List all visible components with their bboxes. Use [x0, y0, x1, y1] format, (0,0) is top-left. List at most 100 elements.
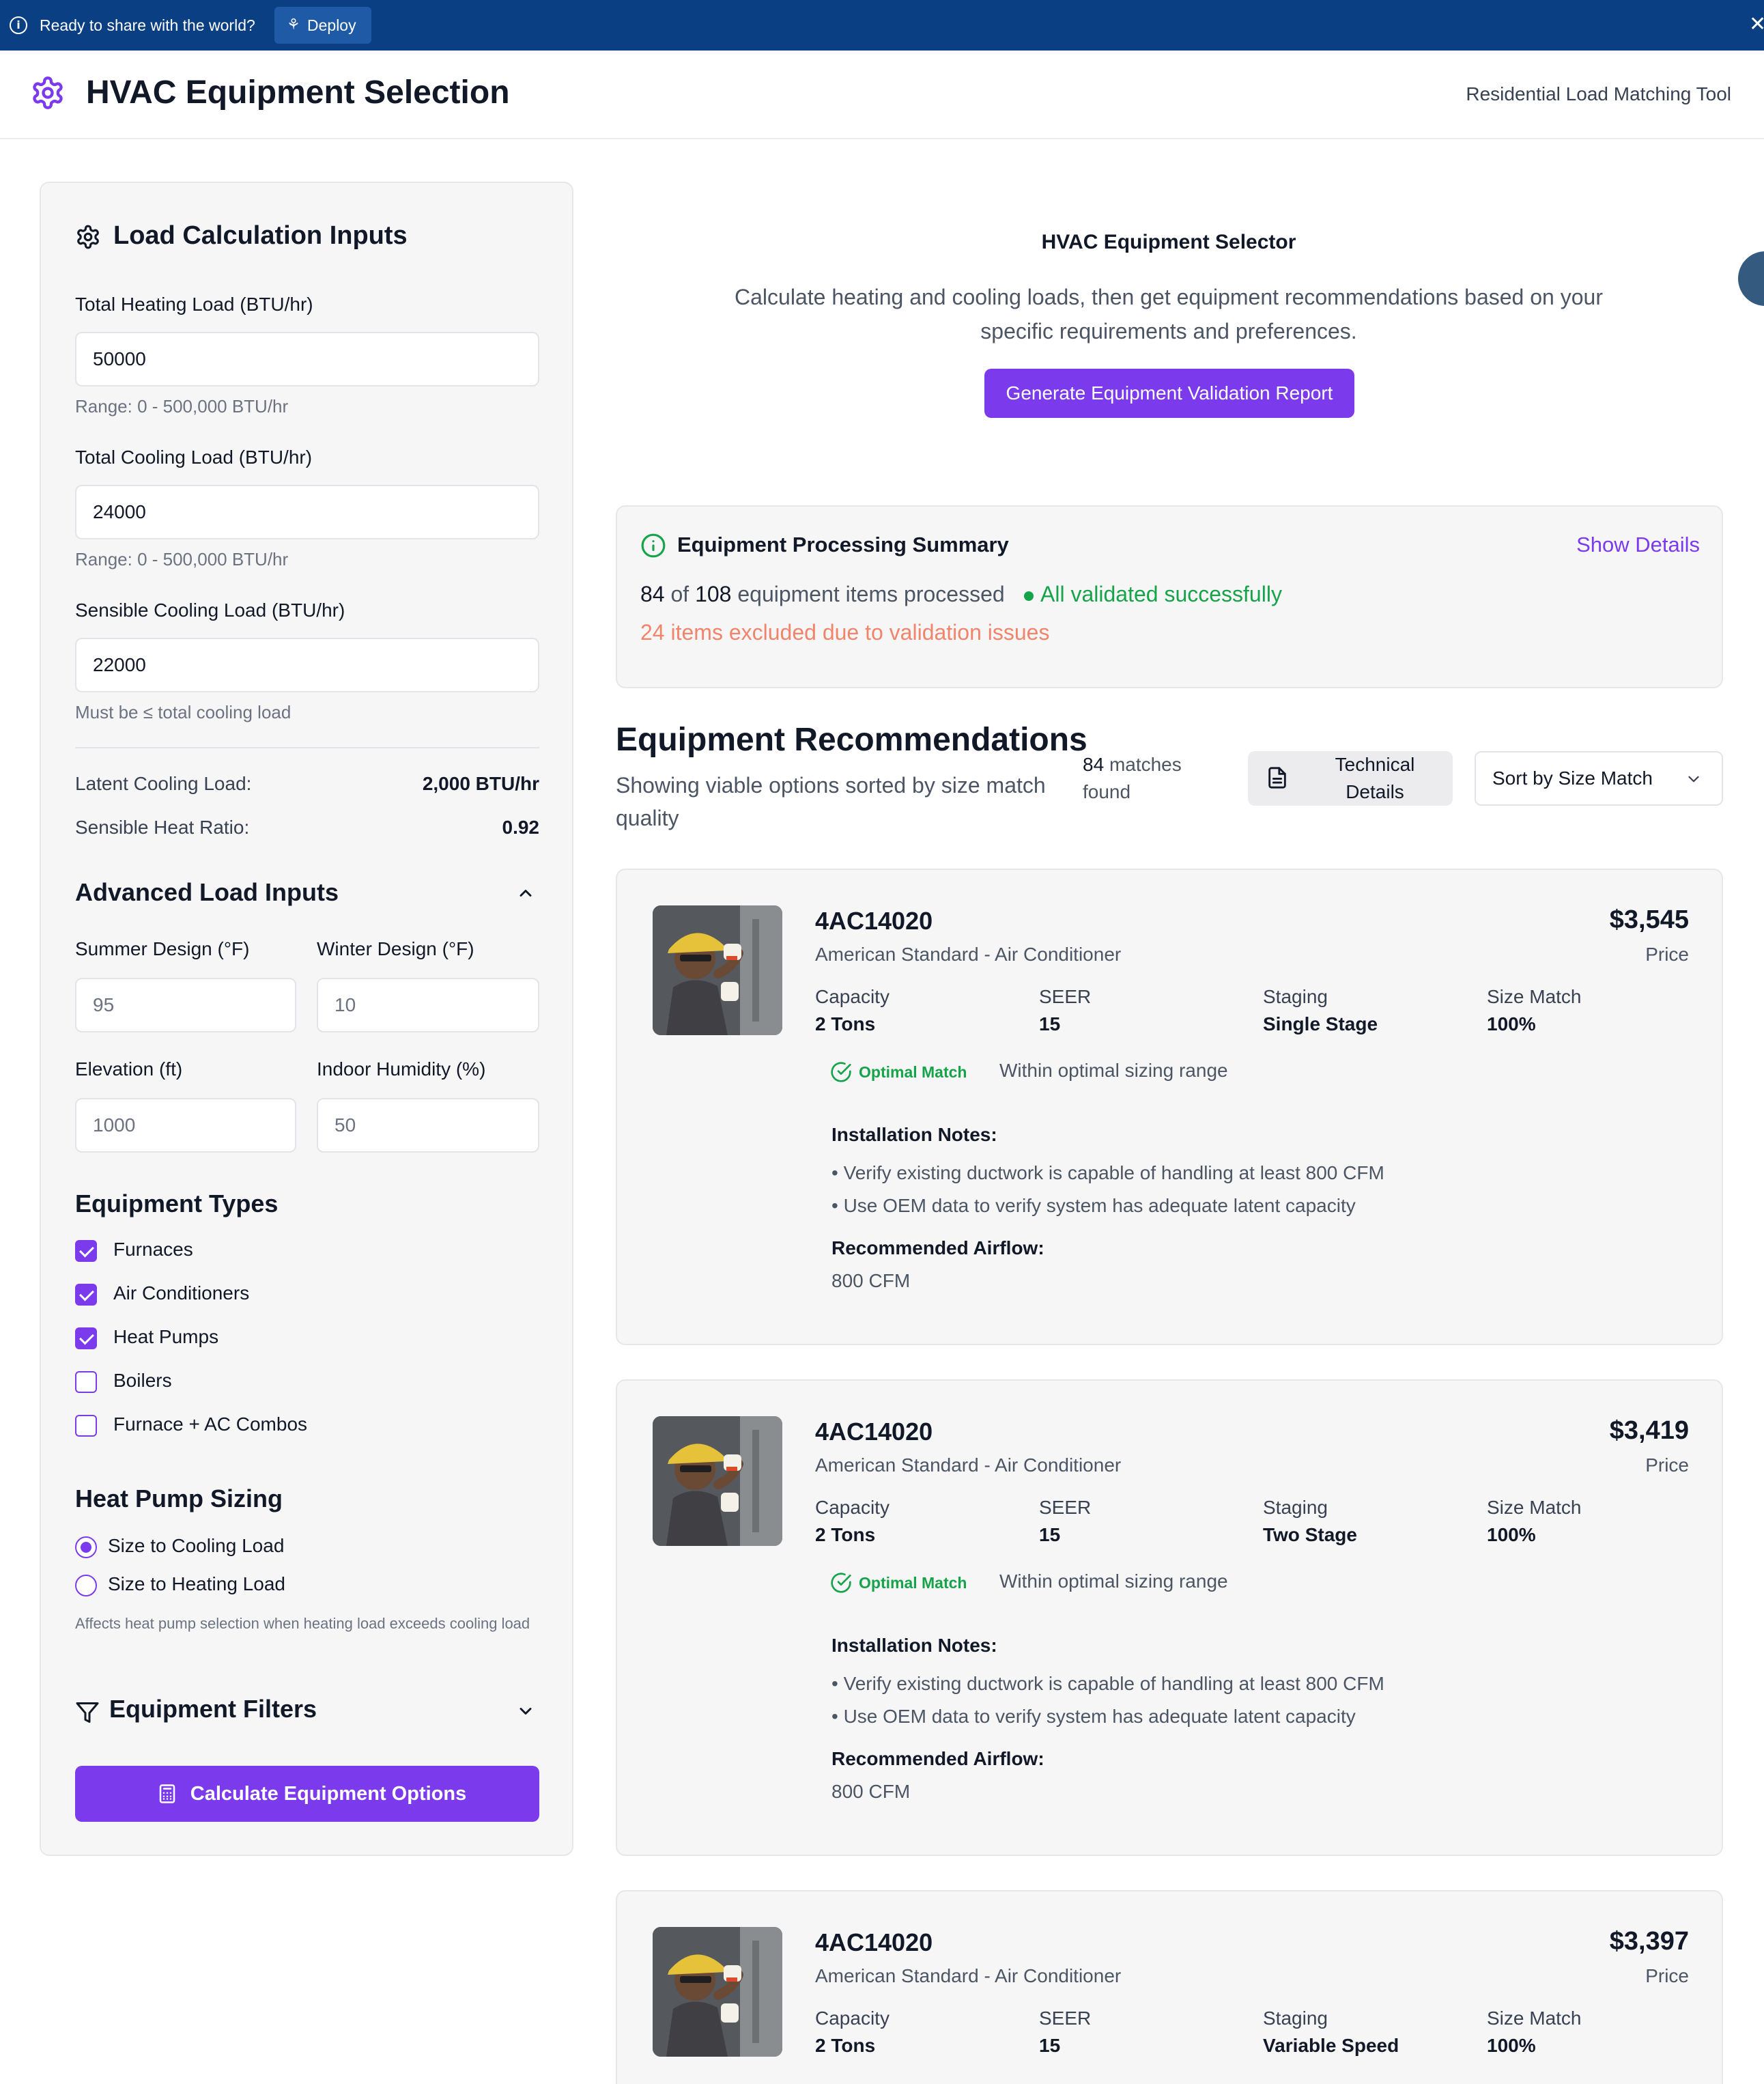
equipment-card[interactable]: 4AC14020 American Standard - Air Conditio… — [616, 1379, 1723, 1856]
checkbox-label: Boilers — [113, 1370, 172, 1391]
equipment-model: 4AC14020 — [815, 907, 933, 935]
spec-value-seer: 15 — [1039, 1013, 1061, 1034]
chevron-up-icon[interactable] — [516, 884, 535, 903]
spec-value-capacity: 2 Tons — [815, 1013, 876, 1034]
processed-count: 84 — [640, 582, 665, 606]
humidity-input[interactable]: 50 — [317, 1098, 539, 1153]
sensible-load-label: Sensible Cooling Load (BTU/hr) — [75, 600, 345, 621]
match-note: Within optimal sizing range — [999, 1571, 1228, 1592]
settings-icon — [77, 225, 99, 249]
matches-count: 84 — [1083, 754, 1105, 775]
installation-note: • Verify existing ductwork is capable of… — [831, 1162, 1384, 1183]
calculator-icon — [159, 1784, 175, 1803]
sensible-load-input[interactable]: 22000 — [75, 638, 539, 692]
cooling-load-input[interactable]: 24000 — [75, 485, 539, 539]
checkbox-air-conditioners[interactable] — [75, 1284, 97, 1306]
equipment-model: 4AC14020 — [815, 1418, 933, 1446]
checkbox-boilers[interactable] — [75, 1371, 97, 1393]
spec-value-size-match: 100% — [1487, 1524, 1536, 1545]
selector-title: HVAC Equipment Selector — [1041, 231, 1296, 253]
checkbox-label: Furnaces — [113, 1239, 193, 1260]
equipment-price: $3,419 — [1609, 1416, 1689, 1445]
spec-value-seer: 15 — [1039, 2035, 1061, 2056]
match-badge-label: Optimal Match — [859, 1574, 967, 1592]
spec-value-capacity: 2 Tons — [815, 1524, 876, 1545]
radio-size-to-heating-load[interactable] — [75, 1575, 97, 1596]
checkbox-heat-pumps[interactable] — [75, 1327, 97, 1349]
sort-select-value: Sort by Size Match — [1492, 768, 1653, 789]
equipment-photo — [653, 905, 782, 1035]
check-circle-icon — [831, 1062, 851, 1082]
generate-report-button[interactable]: Generate Equipment Validation Report — [984, 369, 1354, 418]
shr-label: Sensible Heat Ratio: — [75, 817, 250, 838]
cooling-load-hint: Range: 0 - 500,000 BTU/hr — [75, 549, 289, 569]
total-count: 108 — [695, 582, 732, 606]
filter-icon — [76, 1702, 99, 1723]
checkbox-furnaces[interactable] — [75, 1240, 97, 1262]
price-label: Price — [1645, 1965, 1689, 1986]
recommendations-title: Equipment Recommendations — [616, 722, 1087, 758]
app-header: HVAC Equipment Selection Residential Loa… — [0, 51, 1764, 139]
deploy-icon: ⚘ — [287, 16, 300, 33]
floating-action-button[interactable] — [1738, 251, 1764, 306]
spec-label-capacity: Capacity — [815, 986, 890, 1007]
deploy-button[interactable]: ⚘ Deploy — [274, 7, 371, 44]
spec-label-capacity: Capacity — [815, 2008, 890, 2029]
technical-details-button[interactable]: Technical Details — [1248, 751, 1453, 806]
spec-label-staging: Staging — [1263, 1497, 1328, 1518]
elevation-input[interactable]: 1000 — [75, 1098, 296, 1153]
elevation-label: Elevation (ft) — [75, 1058, 183, 1080]
heat-pump-hint: Affects heat pump selection when heating… — [75, 1615, 530, 1632]
calculate-button-label: Calculate Equipment Options — [190, 1783, 467, 1805]
load-inputs-panel: Load Calculation Inputs Total Heating Lo… — [40, 182, 573, 1856]
deploy-banner: i Ready to share with the world? ⚘ Deplo… — [0, 0, 1764, 51]
spec-label-staging: Staging — [1263, 986, 1328, 1007]
load-inputs-title: Load Calculation Inputs — [113, 221, 408, 250]
equipment-price: $3,545 — [1609, 905, 1689, 934]
heating-load-label: Total Heating Load (BTU/hr) — [75, 294, 313, 315]
spec-label-size-match: Size Match — [1487, 1497, 1582, 1518]
info-circle-icon — [641, 533, 666, 558]
spec-value-staging: Two Stage — [1263, 1524, 1357, 1545]
installation-notes-title: Installation Notes: — [831, 1124, 997, 1145]
deploy-label: Deploy — [307, 16, 356, 34]
summer-design-input[interactable]: 95 — [75, 978, 296, 1032]
installation-notes-title: Installation Notes: — [831, 1635, 997, 1656]
radio-label: Size to Heating Load — [108, 1573, 285, 1594]
winter-design-input[interactable]: 10 — [317, 978, 539, 1032]
calculate-button[interactable]: Calculate Equipment Options — [75, 1766, 539, 1822]
spec-value-seer: 15 — [1039, 1524, 1061, 1545]
summary-title: Equipment Processing Summary — [677, 533, 1009, 557]
spec-label-seer: SEER — [1039, 986, 1092, 1007]
equipment-brand: American Standard - Air Conditioner — [815, 1965, 1122, 1986]
radio-label: Size to Cooling Load — [108, 1535, 285, 1556]
header-subtitle: Residential Load Matching Tool — [1466, 83, 1731, 104]
equipment-filters-title[interactable]: Equipment Filters — [109, 1695, 317, 1723]
close-icon[interactable]: ✕ — [1749, 12, 1764, 36]
status-dot — [1024, 591, 1034, 601]
spec-label-staging: Staging — [1263, 2008, 1328, 2029]
airflow-value: 800 CFM — [831, 1270, 911, 1291]
recommendations-subtitle: Showing viable options sorted by size ma… — [616, 773, 1046, 830]
heating-load-input[interactable]: 50000 — [75, 332, 539, 386]
spec-value-size-match: 100% — [1487, 1013, 1536, 1034]
equipment-brand: American Standard - Air Conditioner — [815, 1454, 1122, 1476]
equipment-card[interactable]: 4AC14020 American Standard - Air Conditio… — [616, 869, 1723, 1345]
winter-design-label: Winter Design (°F) — [317, 938, 474, 959]
heat-pump-sizing-title: Heat Pump Sizing — [75, 1484, 283, 1512]
price-label: Price — [1645, 1454, 1689, 1476]
chevron-down-icon[interactable] — [516, 1702, 535, 1721]
validated-status: All validated successfully — [1040, 582, 1282, 606]
spec-label-capacity: Capacity — [815, 1497, 890, 1518]
info-icon: i — [10, 16, 27, 34]
match-badge: Optimal Match — [830, 1058, 967, 1086]
checkbox-furnace-ac-combos[interactable] — [75, 1415, 97, 1437]
radio-size-to-cooling-load[interactable] — [75, 1536, 97, 1558]
processed-suffix: equipment items processed — [737, 582, 1005, 606]
spec-value-capacity: 2 Tons — [815, 2035, 876, 2056]
advanced-inputs-title: Advanced Load Inputs — [75, 878, 339, 906]
sort-select[interactable]: Sort by Size Match — [1475, 751, 1723, 806]
equipment-card[interactable]: 4AC14020 American Standard - Air Conditio… — [616, 1890, 1723, 2084]
shr-value: 0.92 — [502, 817, 540, 838]
show-details-link[interactable]: Show Details — [1576, 533, 1700, 557]
